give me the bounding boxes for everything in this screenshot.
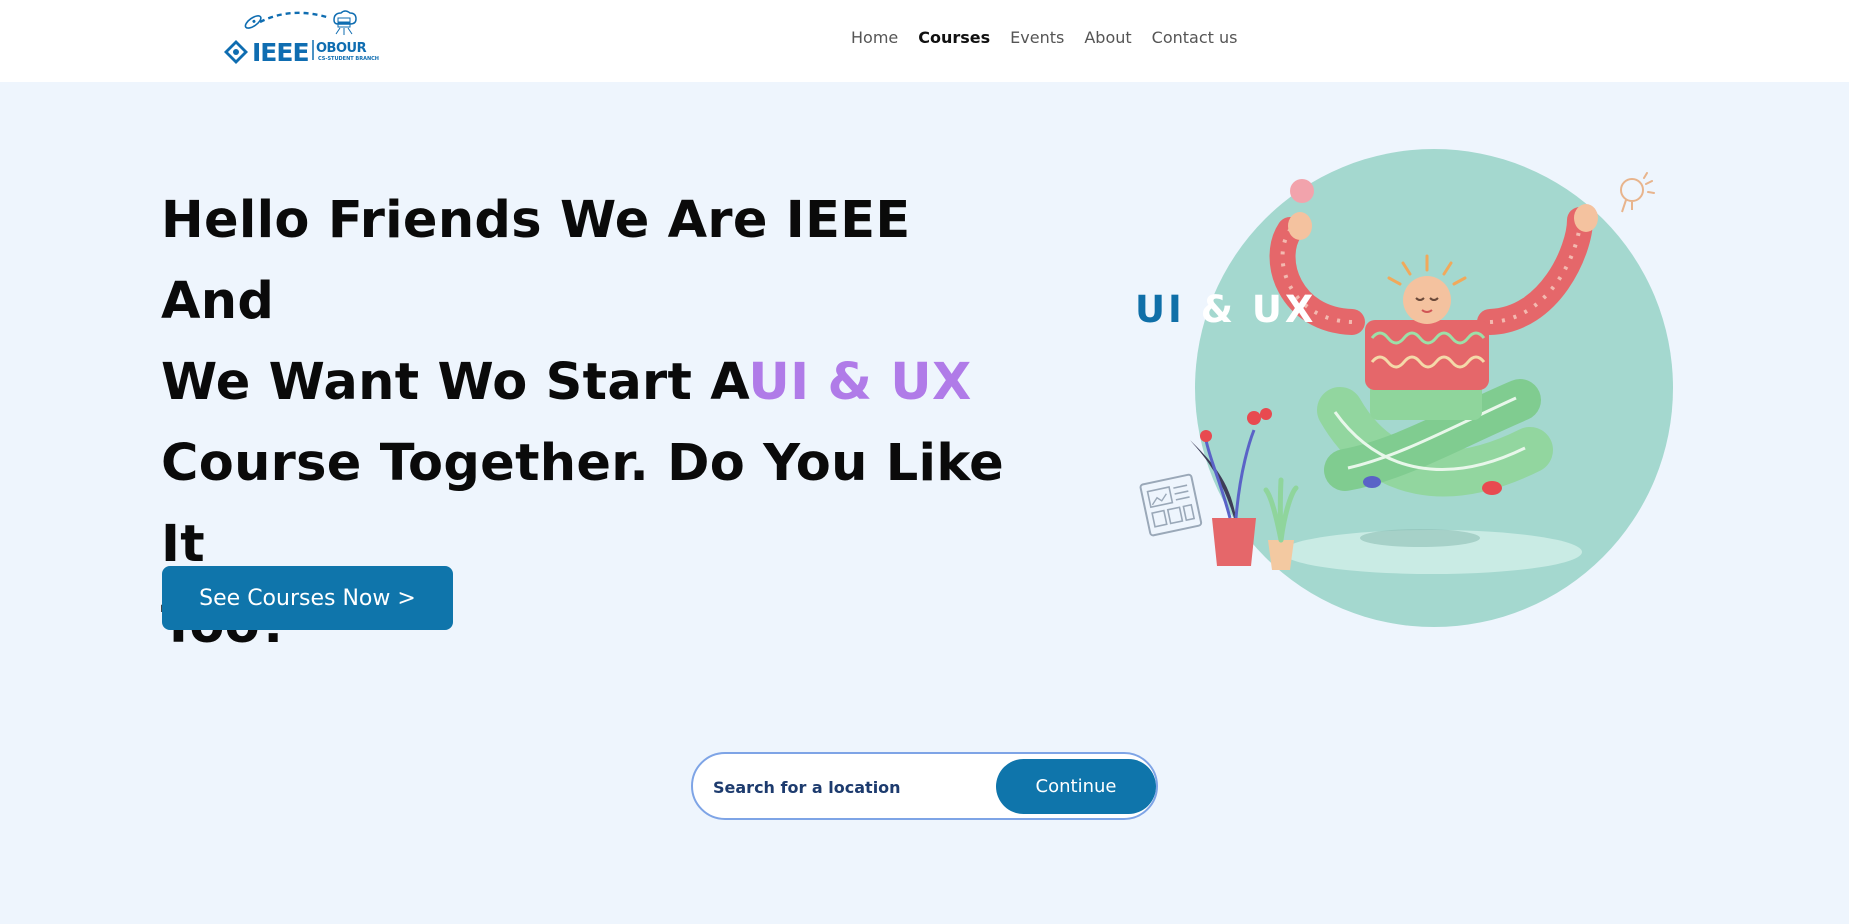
nav-link-events[interactable]: Events [1010, 28, 1064, 47]
continue-button[interactable]: Continue [996, 759, 1156, 814]
meditating-character-illustration [1139, 172, 1655, 574]
hero-title-accent: UI & UX [748, 353, 972, 412]
hero-illustration: UI & UX [1120, 140, 1680, 640]
logo-subtitle: CS-STUDENT BRANCH [318, 56, 379, 62]
hero-title-line2: We Want Wo Start A [161, 353, 749, 412]
nav-link-home[interactable]: Home [851, 28, 898, 47]
document-icon [1139, 473, 1203, 537]
nav-link-about[interactable]: About [1084, 28, 1131, 47]
logo-ieee-text: IEEE [252, 38, 310, 67]
see-courses-button[interactable]: See Courses Now > [162, 566, 453, 630]
uiux-overlay-ui: UI [1135, 288, 1185, 331]
nav-link-contact[interactable]: Contact us [1152, 28, 1238, 47]
hero-title-line3: Course Together. Do You Like It [161, 434, 1005, 574]
hero-title-line1: Hello Friends We Are IEEE And [161, 191, 911, 331]
location-search-input[interactable] [713, 774, 983, 800]
lightbulb-icon [1620, 172, 1655, 213]
nav-links: Home Courses Events About Contact us [851, 28, 1237, 47]
uiux-overlay-rest: & UX [1200, 288, 1317, 331]
ieee-obour-logo[interactable]: IEEE OBOUR CS-STUDENT BRANCH [222, 10, 382, 67]
location-search-box: Continue [691, 752, 1158, 820]
nav-link-courses[interactable]: Courses [918, 28, 990, 47]
navbar: IEEE OBOUR CS-STUDENT BRANCH Home Course… [0, 0, 1849, 82]
uiux-overlay-text: UI & UX [1135, 288, 1316, 331]
logo-obour-text: OBOUR [316, 41, 367, 56]
